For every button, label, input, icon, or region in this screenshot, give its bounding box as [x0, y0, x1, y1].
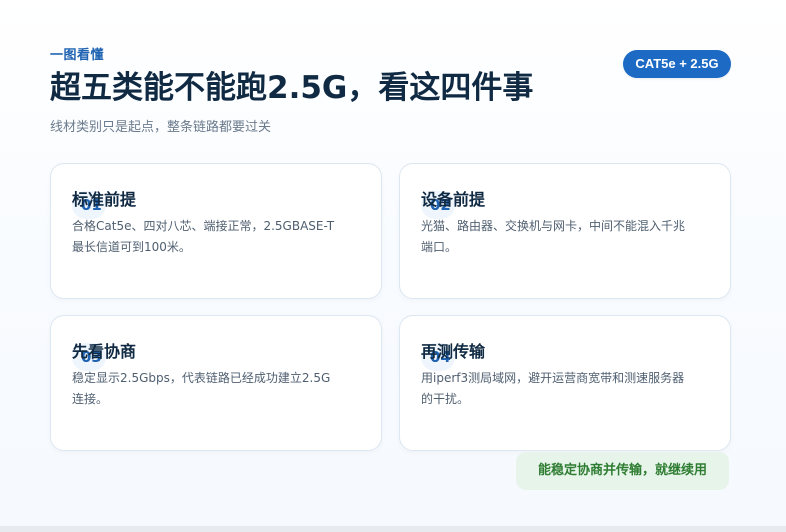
card-title: 先看协商	[72, 342, 137, 361]
page-subtitle: 线材类别只是起点，整条链路都要过关	[50, 120, 272, 135]
card-title: 设备前提	[421, 190, 486, 209]
conclusion-pill: 能稳定协商并传输，就继续用	[516, 452, 729, 490]
card-text: 合格Cat5e、四对八芯、端接正常，2.5GBASE-T最长信道可到100米。	[72, 219, 335, 254]
info-card-device: 02 设备前提 光猫、路由器、交换机与网卡，中间不能混入千兆端口。	[399, 163, 731, 299]
kicker-label: 一图看懂	[50, 48, 105, 63]
card-text: 用iperf3测局域网，避开运营商宽带和测速服务器的干扰。	[421, 371, 685, 406]
info-card-negotiation: 03 先看协商 稳定显示2.5Gbps，代表链路已经成功建立2.5G连接。	[50, 315, 382, 451]
category-badge: CAT5e + 2.5G	[623, 50, 731, 78]
info-card-standard: 01 标准前提 合格Cat5e、四对八芯、端接正常，2.5GBASE-T最长信道…	[50, 163, 382, 299]
card-text: 光猫、路由器、交换机与网卡，中间不能混入千兆端口。	[421, 219, 686, 254]
card-title: 标准前提	[72, 190, 137, 209]
infographic-page: 一图看懂 超五类能不能跑2.5G，看这四件事 线材类别只是起点，整条链路都要过关…	[0, 0, 786, 532]
card-text: 稳定显示2.5Gbps，代表链路已经成功建立2.5G连接。	[72, 371, 331, 406]
info-card-transfer: 04 再测传输 用iperf3测局域网，避开运营商宽带和测速服务器的干扰。	[399, 315, 731, 451]
bottom-divider	[0, 526, 786, 532]
card-title: 再测传输	[421, 342, 486, 361]
page-title: 超五类能不能跑2.5G，看这四件事	[50, 70, 534, 106]
